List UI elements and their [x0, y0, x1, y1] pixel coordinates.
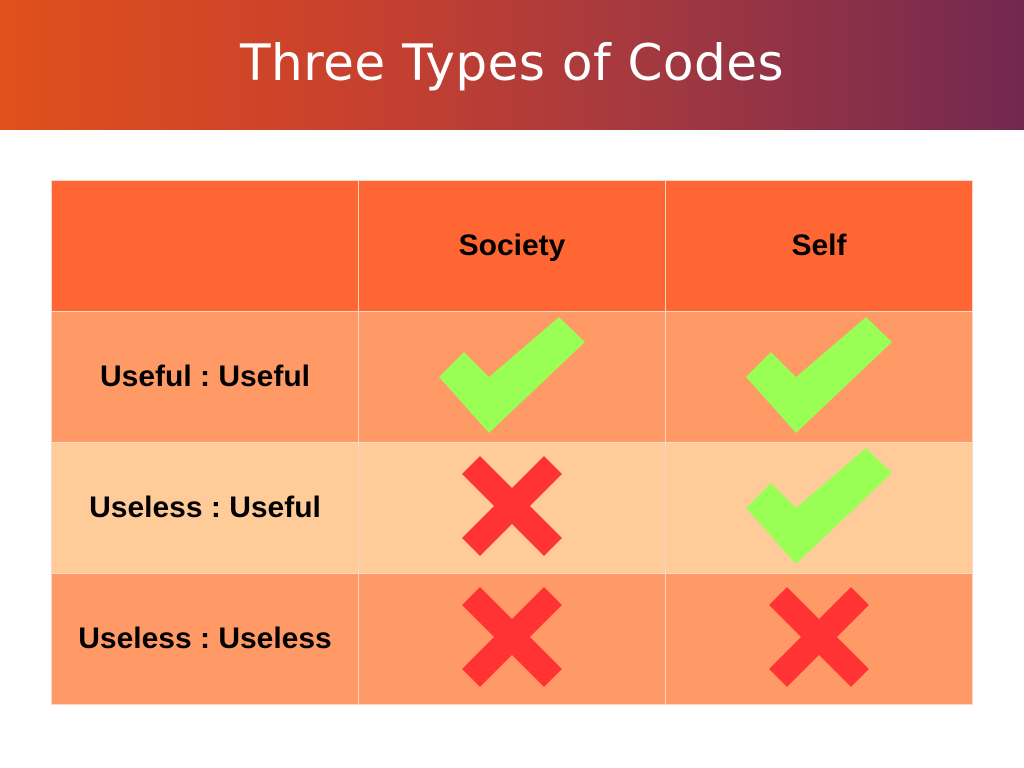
header-cell-empty	[51, 180, 359, 312]
cell-society	[358, 311, 666, 443]
table-row: Useless : Useful	[51, 442, 973, 574]
row-label: Useless : Useful	[51, 442, 359, 574]
cross-mark-icon	[769, 586, 869, 692]
codes-table: Society Self Useful : Useful Useless : U…	[51, 180, 973, 705]
title-bar: Three Types of Codes	[0, 0, 1024, 130]
table-row: Useless : Useless	[51, 573, 973, 705]
cell-self	[665, 311, 973, 443]
table-header-row: Society Self	[51, 180, 973, 312]
header-cell-society: Society	[358, 180, 666, 312]
cross-mark-icon	[462, 455, 562, 561]
slide: Three Types of Codes Society Self Useful…	[0, 0, 1024, 768]
cell-self	[665, 442, 973, 574]
cell-society	[358, 442, 666, 574]
row-label: Useless : Useless	[51, 573, 359, 705]
check-mark-icon	[439, 316, 585, 438]
cross-mark-icon	[462, 586, 562, 692]
row-label: Useful : Useful	[51, 311, 359, 443]
header-cell-self: Self	[665, 180, 973, 312]
cell-self	[665, 573, 973, 705]
check-mark-icon	[746, 447, 892, 569]
cell-society	[358, 573, 666, 705]
check-mark-icon	[746, 316, 892, 438]
slide-title: Three Types of Codes	[239, 34, 785, 92]
table-row: Useful : Useful	[51, 311, 973, 443]
